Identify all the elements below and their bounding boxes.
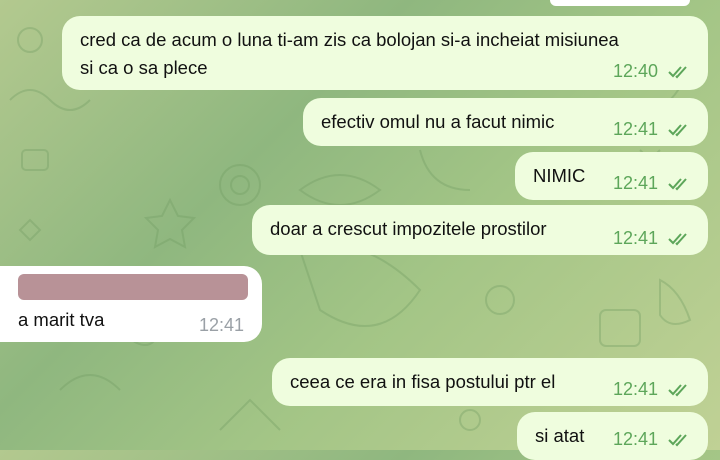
double-check-icon	[668, 232, 687, 245]
message-text: ceea ce era in fisa postului ptr el	[290, 371, 556, 392]
message-text: si atat	[535, 425, 585, 446]
message-bubble-incoming[interactable]: a marit tva 12:41	[0, 266, 262, 342]
message-text-line: cred ca de acum o luna ti-am zis ca bolo…	[80, 29, 619, 50]
message-meta: 12:41	[613, 429, 690, 450]
previous-message-edge	[550, 0, 690, 6]
message-bubble[interactable]: doar a crescut impozitele prostilor 12:4…	[252, 205, 708, 255]
message-meta: 12:41	[613, 119, 690, 140]
double-check-icon	[668, 433, 687, 446]
message-meta: 12:40	[613, 61, 690, 82]
message-time: 12:41	[612, 379, 658, 399]
message-time: 12:40	[612, 61, 658, 81]
double-check-icon	[668, 123, 687, 136]
message-meta: 12:41	[613, 228, 690, 249]
message-meta: 12:41	[613, 173, 690, 194]
message-time: 12:41	[612, 173, 658, 193]
message-text-line: si ca o sa plece	[80, 57, 208, 78]
message-time: 12:41	[612, 228, 658, 248]
message-text: NIMIC	[533, 165, 586, 186]
double-check-icon	[668, 65, 687, 78]
redacted-sender-name	[18, 274, 248, 300]
message-meta: 12:41	[199, 315, 244, 336]
message-bubble[interactable]: si atat 12:41	[517, 412, 708, 460]
message-meta: 12:41	[613, 379, 690, 400]
message-time: 12:41	[612, 119, 658, 139]
message-bubble[interactable]: cred ca de acum o luna ti-am zis ca bolo…	[62, 16, 708, 90]
message-text: a marit tva	[18, 309, 105, 330]
message-bubble[interactable]: ceea ce era in fisa postului ptr el 12:4…	[272, 358, 708, 406]
double-check-icon	[668, 177, 687, 190]
message-time: 12:41	[612, 429, 658, 449]
message-text: efectiv omul nu a facut nimic	[321, 111, 555, 132]
message-bubble[interactable]: NIMIC 12:41	[515, 152, 708, 200]
message-bubble[interactable]: efectiv omul nu a facut nimic 12:41	[303, 98, 708, 146]
message-time: 12:41	[198, 315, 244, 335]
message-text: doar a crescut impozitele prostilor	[270, 218, 547, 239]
double-check-icon	[668, 383, 687, 396]
